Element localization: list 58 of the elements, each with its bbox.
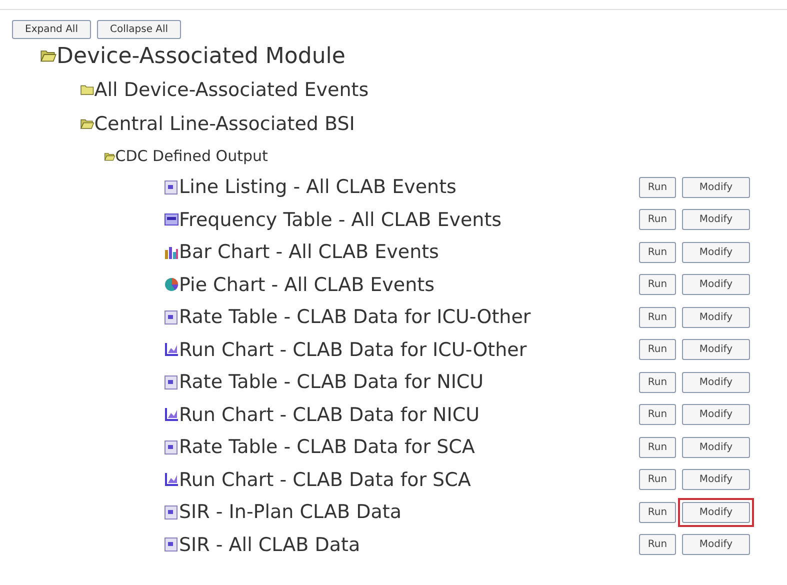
- bar-chart-icon: [164, 244, 179, 260]
- modify-button[interactable]: Modify: [682, 502, 750, 523]
- report-name: Run Chart - CLAB Data for ICU-Other: [179, 338, 527, 361]
- run-button[interactable]: Run: [639, 372, 676, 393]
- document-icon: [164, 310, 179, 325]
- tree-item[interactable]: All Device-Associated Events: [94, 79, 369, 101]
- modify-button[interactable]: Modify: [682, 436, 750, 458]
- modify-button[interactable]: Modify: [682, 534, 750, 556]
- tree-item[interactable]: CDC Defined Output: [115, 147, 268, 165]
- line-chart-icon: [164, 407, 179, 422]
- modify-button[interactable]: Modify: [682, 372, 750, 393]
- modify-button[interactable]: Modify: [682, 469, 750, 490]
- report-name: Rate Table - CLAB Data for SCA: [179, 436, 475, 458]
- run-button[interactable]: Run: [639, 274, 676, 296]
- folder-icon[interactable]: [80, 84, 94, 96]
- open-folder-icon[interactable]: [40, 49, 56, 63]
- pie-chart-icon: [164, 277, 179, 292]
- document-icon: [164, 537, 179, 552]
- tree-item[interactable]: Central Line-Associated BSI: [94, 113, 355, 135]
- report-name: Run Chart - CLAB Data for SCA: [179, 468, 471, 491]
- run-button[interactable]: Run: [639, 306, 676, 328]
- report-name: SIR - All CLAB Data: [179, 534, 360, 556]
- line-chart-icon: [164, 472, 179, 488]
- collapse-all-button[interactable]: Collapse All: [96, 20, 182, 39]
- modify-button[interactable]: Modify: [682, 209, 750, 230]
- open-folder-icon[interactable]: [80, 118, 94, 130]
- line-chart-icon: [164, 342, 179, 358]
- run-button[interactable]: Run: [639, 176, 676, 198]
- run-button[interactable]: Run: [639, 242, 676, 263]
- modify-button[interactable]: Modify: [682, 242, 750, 263]
- report-name: Pie Chart - All CLAB Events: [179, 274, 434, 296]
- expand-all-button[interactable]: Expand All: [12, 20, 91, 39]
- run-button[interactable]: Run: [639, 436, 676, 458]
- report-name: Rate Table - CLAB Data for NICU: [179, 371, 484, 394]
- modify-button[interactable]: Modify: [682, 306, 750, 328]
- modify-button[interactable]: Modify: [682, 274, 750, 296]
- run-button[interactable]: Run: [639, 469, 676, 490]
- report-name: SIR - In-Plan CLAB Data: [179, 501, 402, 524]
- report-name: Rate Table - CLAB Data for ICU-Other: [179, 306, 531, 328]
- run-button[interactable]: Run: [639, 339, 676, 360]
- report-name: Frequency Table - All CLAB Events: [179, 208, 502, 231]
- modify-button[interactable]: Modify: [682, 404, 750, 426]
- report-name: Bar Chart - All CLAB Events: [179, 241, 439, 264]
- document-icon: [164, 374, 179, 390]
- report-name: Line Listing - All CLAB Events: [179, 176, 456, 198]
- tree-item[interactable]: Device-Associated Module: [56, 44, 346, 68]
- run-button[interactable]: Run: [639, 404, 676, 426]
- run-button[interactable]: Run: [639, 534, 676, 556]
- run-button[interactable]: Run: [639, 502, 676, 523]
- document-icon: [164, 504, 179, 520]
- modify-button[interactable]: Modify: [682, 176, 750, 198]
- document-icon: [164, 440, 179, 455]
- report-name: Run Chart - CLAB Data for NICU: [179, 404, 480, 426]
- table-icon: [164, 212, 179, 228]
- modify-button[interactable]: Modify: [682, 339, 750, 360]
- open-folder-icon[interactable]: [104, 152, 116, 160]
- document-icon: [164, 180, 179, 195]
- run-button[interactable]: Run: [639, 209, 676, 230]
